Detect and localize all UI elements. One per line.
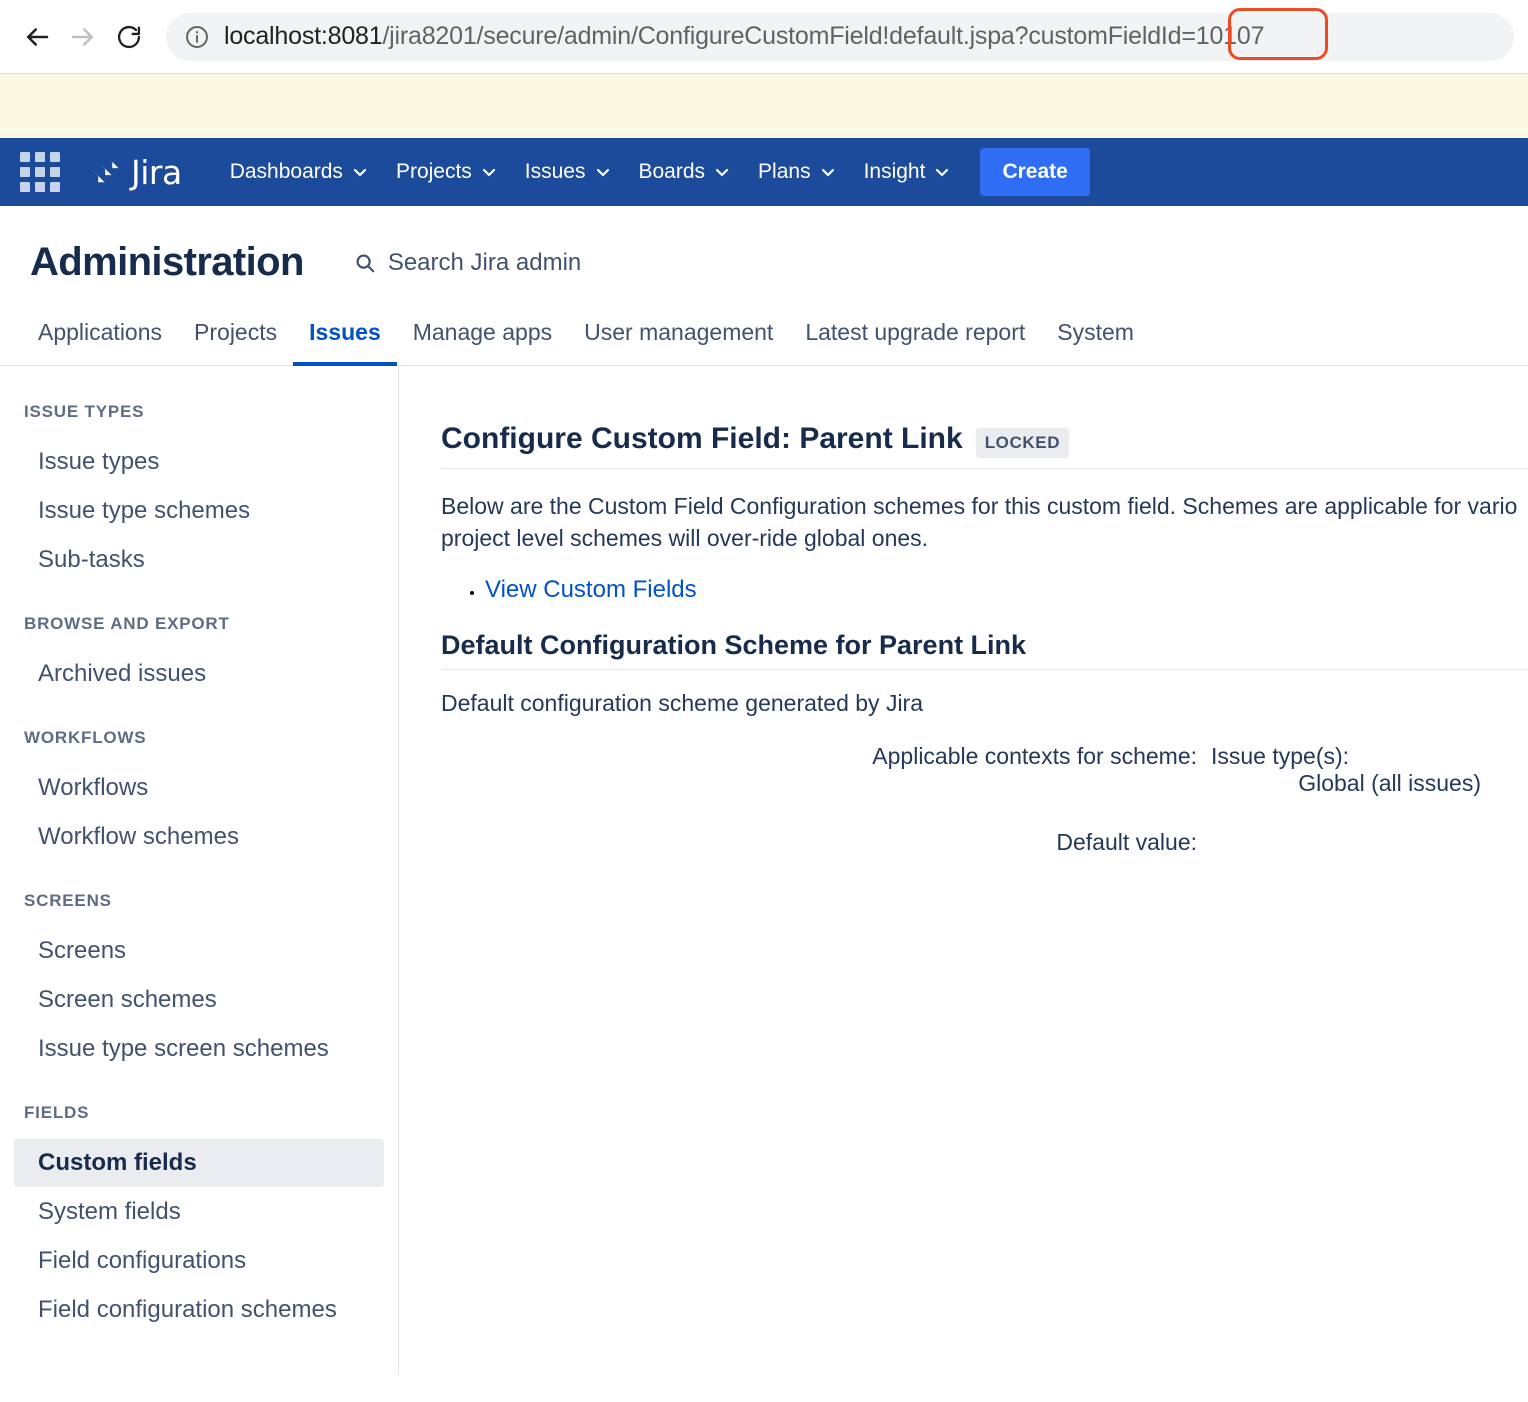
scheme-title: Default Configuration Scheme for Parent … xyxy=(441,630,1528,671)
browser-chrome: localhost:8081/jira8201/secure/admin/Con… xyxy=(0,0,1528,74)
chevron-down-icon xyxy=(714,164,730,180)
grid-apps-icon[interactable] xyxy=(16,148,64,196)
jira-mark-icon xyxy=(88,152,124,193)
view-custom-fields-link[interactable]: View Custom Fields xyxy=(485,576,697,603)
table-row: Default value: xyxy=(441,829,1481,888)
scheme-description: Default configuration scheme generated b… xyxy=(441,690,924,717)
sidebar-item-custom-fields[interactable]: Custom fields xyxy=(14,1139,384,1187)
property-value xyxy=(1211,829,1481,888)
main-content: Configure Custom Field: Parent Link LOCK… xyxy=(399,366,1528,1374)
url-host: localhost:8081 xyxy=(224,22,383,50)
url-path: /jira8201/secure/admin/ConfigureCustomFi… xyxy=(382,22,1265,50)
sidebar-heading: WORKFLOWS xyxy=(24,728,147,747)
chevron-down-icon xyxy=(934,164,950,180)
page-body: ISSUE TYPES Issue types Issue type schem… xyxy=(0,366,1528,1374)
sidebar-heading: BROWSE AND EXPORT xyxy=(24,614,230,633)
administration-header: Administration Search Jira admin xyxy=(0,206,1528,311)
back-button[interactable] xyxy=(14,14,60,60)
tab-projects[interactable]: Projects xyxy=(178,311,293,366)
sidebar-heading: SCREENS xyxy=(24,891,112,910)
content-links-list: View Custom Fields xyxy=(441,576,1528,604)
tab-latest-upgrade-report[interactable]: Latest upgrade report xyxy=(789,311,1041,366)
sidebar-heading: ISSUE TYPES xyxy=(24,402,145,421)
admin-search-input[interactable]: Search Jira admin xyxy=(354,249,581,277)
sidebar-item-workflow-schemes[interactable]: Workflow schemes xyxy=(14,813,384,861)
tab-manage-apps[interactable]: Manage apps xyxy=(397,311,568,366)
nav-item-plans[interactable]: Plans xyxy=(744,150,850,194)
tab-applications[interactable]: Applications xyxy=(22,311,178,366)
search-icon xyxy=(354,252,376,274)
nav-item-boards[interactable]: Boards xyxy=(625,150,745,194)
nav-item-label: Projects xyxy=(395,160,472,183)
sidebar-item-archived-issues[interactable]: Archived issues xyxy=(14,650,384,698)
property-label: Default value: xyxy=(1056,829,1197,856)
sidebar-section-browse-and-export: BROWSE AND EXPORT Archived issues xyxy=(0,614,398,698)
property-label: Applicable contexts for scheme: xyxy=(872,743,1197,770)
list-item: View Custom Fields xyxy=(485,576,1528,604)
sidebar-section-workflows: WORKFLOWS Workflows Workflow schemes xyxy=(0,728,398,861)
url-text: localhost:8081/jira8201/secure/admin/Con… xyxy=(224,22,1264,51)
nav-item-dashboards[interactable]: Dashboards xyxy=(216,150,382,194)
forward-button[interactable] xyxy=(60,14,106,60)
sidebar-section-issue-types: ISSUE TYPES Issue types Issue type schem… xyxy=(0,402,398,584)
reload-icon xyxy=(115,23,143,51)
chevron-down-icon xyxy=(481,164,497,180)
sidebar-item-field-configuration-schemes[interactable]: Field configuration schemes xyxy=(14,1286,384,1334)
sidebar-item-issue-type-schemes[interactable]: Issue type schemes xyxy=(14,487,384,535)
property-value-line2: Global (all issues) xyxy=(1298,770,1481,797)
chevron-down-icon xyxy=(595,164,611,180)
property-value-line1: Issue type(s): xyxy=(1211,743,1350,770)
nav-item-label: Boards xyxy=(638,160,706,183)
sidebar-item-issue-type-screen-schemes[interactable]: Issue type screen schemes xyxy=(14,1025,384,1073)
jira-wordmark: Jira xyxy=(131,152,182,192)
chevron-down-icon xyxy=(352,164,368,180)
nav-item-label: Plans xyxy=(758,160,811,183)
nav-item-label: Insight xyxy=(863,160,926,183)
admin-search-placeholder: Search Jira admin xyxy=(387,248,582,276)
jira-top-navigation: Jira Dashboards Projects Issues Boards P… xyxy=(0,138,1528,206)
info-circle-icon[interactable] xyxy=(184,24,210,50)
content-title-row: Configure Custom Field: Parent Link LOCK… xyxy=(441,422,1528,469)
sidebar-item-sub-tasks[interactable]: Sub-tasks xyxy=(14,536,384,584)
nav-item-insight[interactable]: Insight xyxy=(850,150,965,194)
nav-item-label: Dashboards xyxy=(229,160,343,183)
sidebar-item-workflows[interactable]: Workflows xyxy=(14,764,384,812)
property-value: Issue type(s): Global (all issues) xyxy=(1211,743,1481,829)
sidebar-item-system-fields[interactable]: System fields xyxy=(14,1188,384,1236)
sidebar-heading: FIELDS xyxy=(24,1103,90,1122)
sidebar-item-field-configurations[interactable]: Field configurations xyxy=(14,1237,384,1285)
table-row: Applicable contexts for scheme: Issue ty… xyxy=(441,743,1481,829)
nav-item-label: Issues xyxy=(524,160,586,183)
status-badge: LOCKED xyxy=(975,428,1070,458)
scheme-properties-table: Applicable contexts for scheme: Issue ty… xyxy=(441,743,1481,888)
notification-banner xyxy=(0,74,1528,138)
create-button[interactable]: Create xyxy=(980,148,1090,196)
content-description-line1: Below are the Custom Field Configuration… xyxy=(441,493,1518,519)
primary-nav-items: Dashboards Projects Issues Boards Plans … xyxy=(216,148,1090,196)
admin-tab-bar: Applications Projects Issues Manage apps… xyxy=(0,311,1528,366)
nav-item-projects[interactable]: Projects xyxy=(382,150,511,194)
jira-logo[interactable]: Jira xyxy=(88,152,182,193)
address-bar[interactable]: localhost:8081/jira8201/secure/admin/Con… xyxy=(166,12,1514,61)
nav-item-issues[interactable]: Issues xyxy=(511,150,625,194)
tab-system[interactable]: System xyxy=(1041,311,1150,366)
sidebar-section-fields: FIELDS Custom fields System fields Field… xyxy=(0,1103,398,1334)
admin-sidebar: ISSUE TYPES Issue types Issue type schem… xyxy=(0,366,399,1374)
content-title: Configure Custom Field: Parent Link xyxy=(441,422,963,455)
page-title: Administration xyxy=(30,240,304,284)
tab-user-management[interactable]: User management xyxy=(568,311,789,366)
sidebar-section-screens: SCREENS Screens Screen schemes Issue typ… xyxy=(0,891,398,1073)
sidebar-item-screen-schemes[interactable]: Screen schemes xyxy=(14,976,384,1024)
sidebar-item-screens[interactable]: Screens xyxy=(14,927,384,975)
sidebar-item-issue-types[interactable]: Issue types xyxy=(14,438,384,486)
content-description: Below are the Custom Field Configuration… xyxy=(441,491,1528,554)
arrow-right-icon xyxy=(68,22,98,52)
content-description-line2: project level schemes will over-ride glo… xyxy=(441,524,929,551)
arrow-left-icon xyxy=(22,22,52,52)
reload-button[interactable] xyxy=(106,14,152,60)
chevron-down-icon xyxy=(820,164,836,180)
tab-issues[interactable]: Issues xyxy=(293,311,397,366)
